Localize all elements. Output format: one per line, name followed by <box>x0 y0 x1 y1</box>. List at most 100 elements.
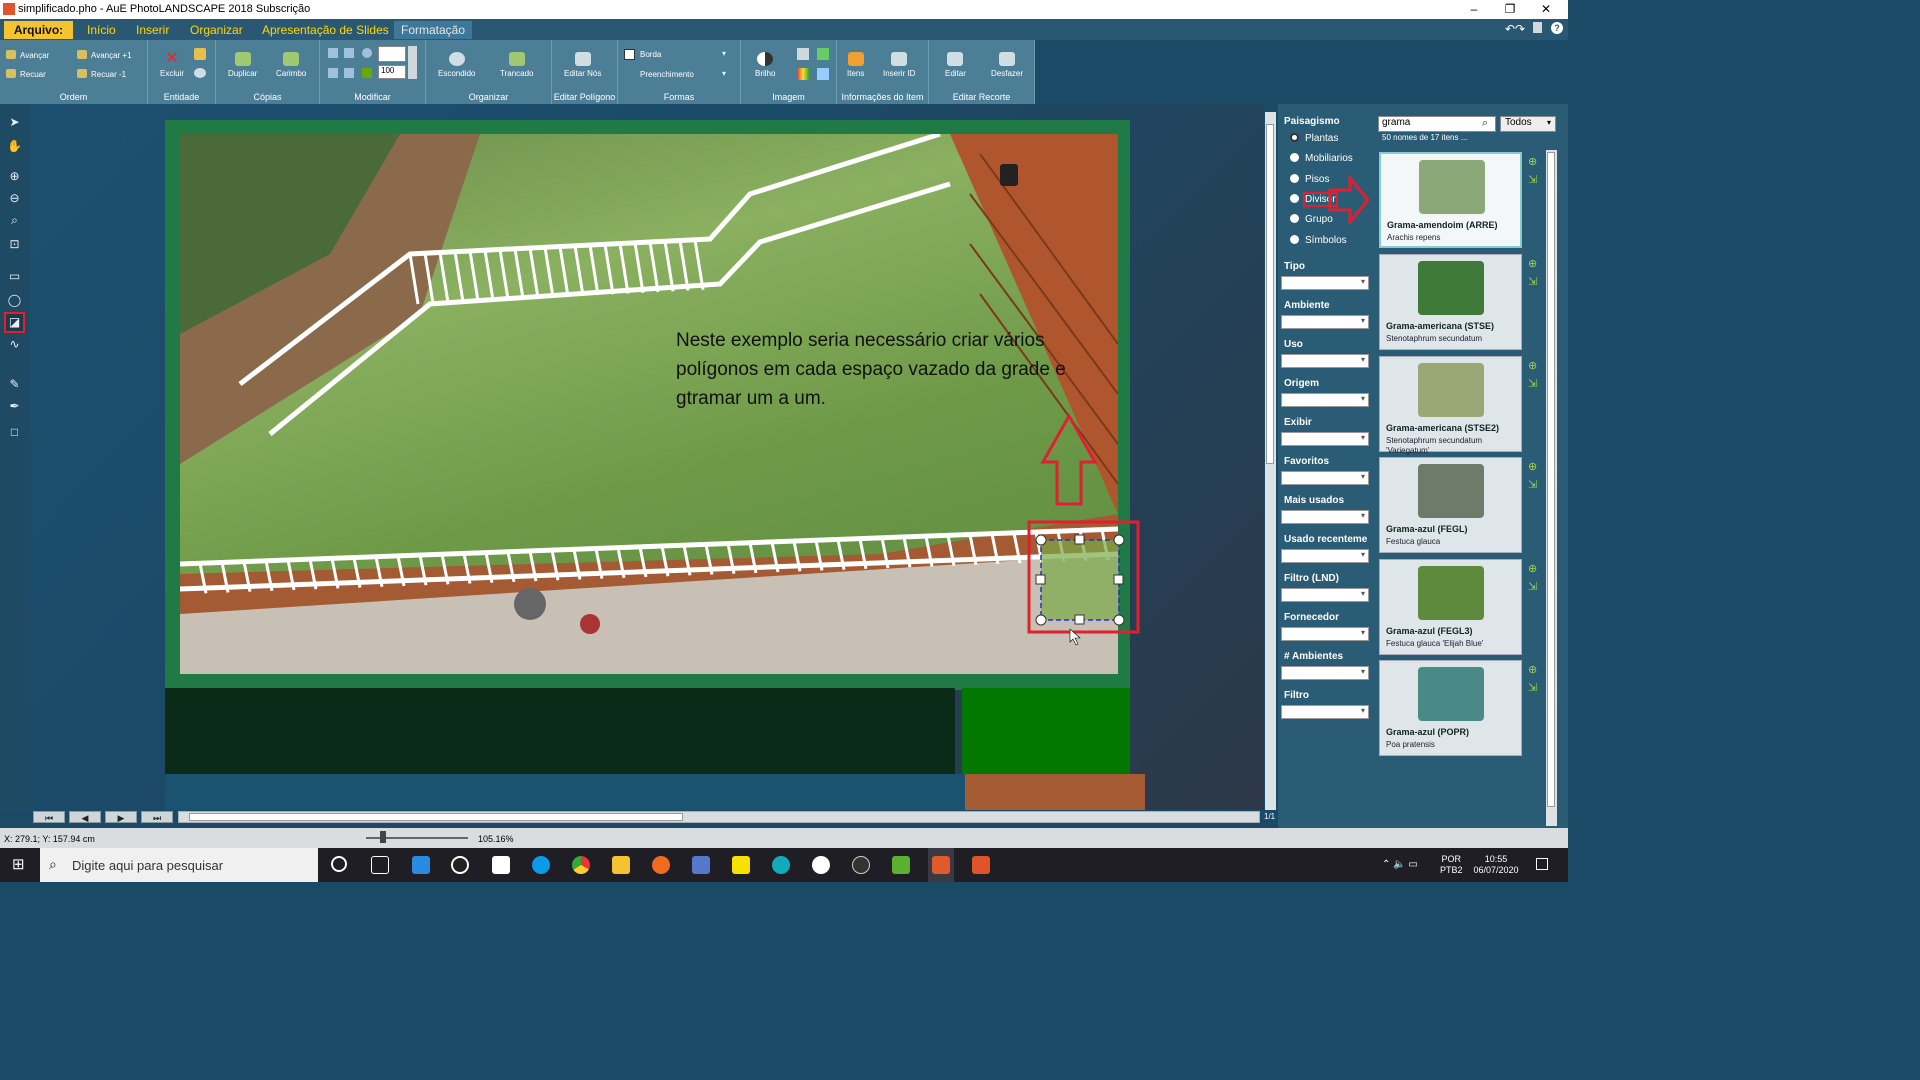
panel-scroll-thumb[interactable] <box>1547 152 1555 807</box>
firefox-icon[interactable] <box>652 856 670 874</box>
zoom-detail-icon[interactable]: ⊕ <box>1528 461 1540 473</box>
avancar-1-button[interactable]: Avançar +1 <box>77 50 132 60</box>
app-icon[interactable] <box>892 856 910 874</box>
excluir-button[interactable]: ✕ Excluir <box>160 51 184 79</box>
app-icon[interactable] <box>692 856 710 874</box>
menu-inserir[interactable]: Inserir <box>129 21 176 39</box>
add-to-list-icon[interactable]: ⇲ <box>1528 276 1540 288</box>
search-input[interactable]: grama <box>1378 116 1496 132</box>
tray-icons[interactable]: ⌃ 🔈 ▭ <box>1382 859 1418 870</box>
app-icon[interactable] <box>412 856 430 874</box>
notifications-icon[interactable] <box>1536 858 1548 870</box>
radio-simbolos[interactable]: Símbolos <box>1290 235 1347 246</box>
app-icon[interactable] <box>451 856 469 874</box>
color-bars-icon[interactable] <box>797 68 809 80</box>
recuar-1-button[interactable]: Recuar -1 <box>77 69 126 79</box>
duplicar-button[interactable]: Duplicar <box>228 52 257 78</box>
filter-dropdown[interactable]: ▾ <box>1281 276 1369 290</box>
ellipse-tool-icon[interactable]: ◯ <box>6 292 23 309</box>
rectangle-tool-icon[interactable]: ▭ <box>6 268 23 285</box>
zoom-window-icon[interactable]: ⌕ <box>6 212 23 229</box>
library-item[interactable]: Grama-azul (FEGL3) Festuca glauca 'Elijah… <box>1379 559 1522 655</box>
clock[interactable]: 10:55 06/07/2020 <box>1470 854 1522 876</box>
chrome-icon[interactable] <box>572 856 590 874</box>
filter-dropdown[interactable]: ▾ <box>1281 354 1369 368</box>
color-icon[interactable] <box>362 68 372 78</box>
borda-button[interactable]: Borda <box>640 50 661 59</box>
drawing-canvas[interactable] <box>30 104 1264 810</box>
sticky-notes-icon[interactable] <box>732 856 750 874</box>
menu-apresentacao[interactable]: Apresentação de Slides <box>255 21 396 39</box>
zoom-out-icon[interactable]: ⊖ <box>6 190 23 207</box>
library-item[interactable]: Grama-azul (FEGL) Festuca glauca <box>1379 457 1522 553</box>
search-icon[interactable]: ⌕ <box>1482 117 1488 130</box>
brilho-button[interactable]: Brilho <box>755 52 775 78</box>
pan-hand-icon[interactable]: ✋ <box>6 138 23 155</box>
last-page-button[interactable]: ⏭ <box>141 811 173 823</box>
menu-inicio[interactable]: Início <box>80 21 123 39</box>
columns-icon[interactable] <box>797 48 809 60</box>
desfazer-recorte-button[interactable]: Desfazer <box>991 52 1023 78</box>
menu-file[interactable]: Arquivo: <box>4 21 73 39</box>
flip-vertical-icon[interactable] <box>328 68 338 78</box>
curve-tool-icon[interactable]: ∿ <box>6 336 23 353</box>
filter-dropdown[interactable]: ▾ <box>1281 510 1369 524</box>
preenchimento-button[interactable]: Preenchimento <box>640 70 694 79</box>
avancar-button[interactable]: Avançar <box>6 50 49 60</box>
zoom-detail-icon[interactable]: ⊕ <box>1528 156 1540 168</box>
filter-dropdown[interactable]: ▾ <box>1281 588 1369 602</box>
filter-dropdown[interactable]: ▾ <box>1281 393 1369 407</box>
maximize-button[interactable]: ❐ <box>1498 2 1522 16</box>
tree-icon[interactable] <box>817 48 829 60</box>
menu-organizar[interactable]: Organizar <box>183 21 250 39</box>
library-item[interactable]: Grama-americana (STSE2) Stenotaphrum secu… <box>1379 356 1522 455</box>
filter-dropdown[interactable]: ▾ <box>1281 549 1369 563</box>
vertical-scrollbar[interactable] <box>1265 112 1276 810</box>
zoom-in-icon[interactable]: ⊕ <box>6 168 23 185</box>
eyedropper-icon[interactable]: ✎ <box>6 376 23 393</box>
next-page-button[interactable]: ▶ <box>105 811 137 823</box>
rotate-right-icon[interactable] <box>362 48 372 58</box>
chevron-down-icon[interactable]: ▾ <box>722 69 726 78</box>
close-button[interactable]: ✕ <box>1534 2 1558 16</box>
task-view-icon[interactable] <box>371 856 389 874</box>
add-to-list-icon[interactable]: ⇲ <box>1528 174 1540 186</box>
editar-nos-button[interactable]: Editar Nós <box>564 52 601 78</box>
add-to-list-icon[interactable]: ⇲ <box>1528 378 1540 390</box>
zoom-detail-icon[interactable]: ⊕ <box>1528 360 1540 372</box>
add-to-list-icon[interactable]: ⇲ <box>1528 479 1540 491</box>
zoom-detail-icon[interactable]: ⊕ <box>1528 258 1540 270</box>
zoom-slider-thumb[interactable] <box>380 831 386 843</box>
library-item[interactable]: Grama-amendoim (ARRE) Arachis repens <box>1379 152 1522 248</box>
add-to-list-icon[interactable]: ⇲ <box>1528 581 1540 593</box>
app-icon[interactable] <box>852 856 870 874</box>
carimbo-button[interactable]: Carimbo <box>276 52 306 78</box>
horizontal-scrollbar[interactable] <box>178 811 1260 823</box>
horizontal-scroll-thumb[interactable] <box>189 813 683 821</box>
chat-icon[interactable] <box>812 856 830 874</box>
library-item[interactable]: Grama-americana (STSE) Stenotaphrum secun… <box>1379 254 1522 350</box>
trancado-button[interactable]: Trancado <box>500 52 534 78</box>
mirror-icon[interactable] <box>344 68 354 78</box>
panel-scrollbar[interactable] <box>1546 150 1557 826</box>
add-to-list-icon[interactable]: ⇲ <box>1528 682 1540 694</box>
border-swatch-icon[interactable] <box>624 49 635 60</box>
inserir-id-button[interactable]: Inserir ID <box>883 52 915 78</box>
paint-icon[interactable]: ✒ <box>6 398 23 415</box>
selected-polygon[interactable] <box>1040 539 1120 621</box>
menu-formatacao[interactable]: Formatação <box>394 21 473 39</box>
radio-mobiliarios[interactable]: Mobiliarios <box>1290 153 1353 164</box>
eye-icon[interactable] <box>194 68 206 78</box>
flip-icon[interactable] <box>344 48 354 58</box>
frame-tool-icon[interactable]: □ <box>6 424 23 441</box>
select-arrow-icon[interactable]: ➤ <box>6 114 23 131</box>
radio-pisos[interactable]: Pisos <box>1290 174 1329 185</box>
photolandscape-icon[interactable] <box>932 856 950 874</box>
library-item[interactable]: Grama-azul (POPR) Poa pratensis <box>1379 660 1522 756</box>
undo-redo-icon[interactable]: ↶↷ <box>1505 22 1525 36</box>
scale-input[interactable]: 100 <box>378 65 406 79</box>
file-explorer-icon[interactable] <box>612 856 630 874</box>
filter-dropdown[interactable]: ▾ <box>1281 666 1369 680</box>
minimize-button[interactable]: – <box>1462 2 1486 16</box>
save-icon[interactable] <box>1533 22 1542 33</box>
